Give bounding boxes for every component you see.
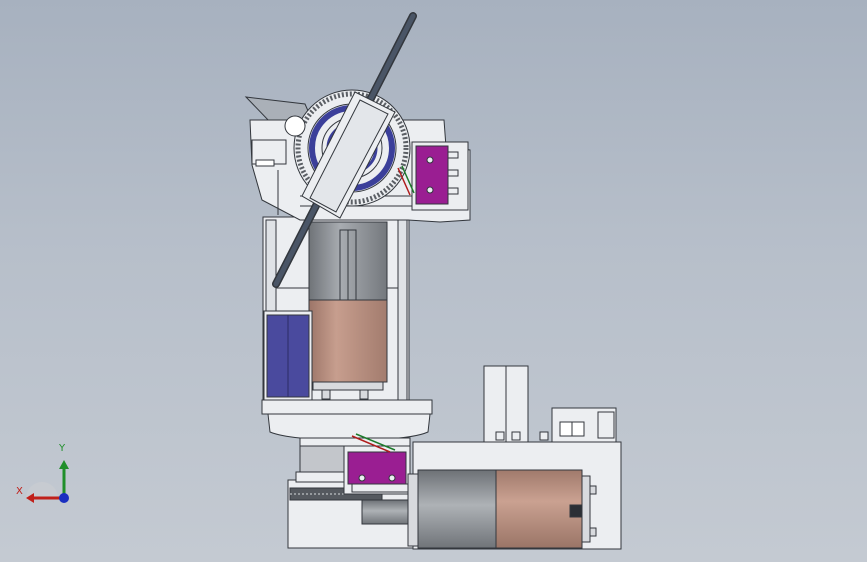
z-axis-point <box>59 493 69 503</box>
battery-pack[interactable] <box>263 310 313 402</box>
upper-motor[interactable] <box>308 221 388 400</box>
base-motor[interactable] <box>407 469 597 549</box>
assembly-drawing[interactable] <box>0 0 867 562</box>
tower-base-plate[interactable] <box>261 399 433 449</box>
cad-viewport[interactable]: X Y <box>0 0 867 562</box>
y-axis-label: Y <box>59 443 66 454</box>
base-connector[interactable] <box>539 407 617 443</box>
base-controller-block[interactable] <box>483 365 529 443</box>
base-motor-can <box>495 469 583 549</box>
upper-motor-can <box>308 299 388 383</box>
orientation-triad <box>26 460 69 503</box>
base-shaft-coupler[interactable] <box>361 499 409 525</box>
x-axis-label: X <box>16 486 23 497</box>
base-motor-gearbox <box>417 469 497 549</box>
